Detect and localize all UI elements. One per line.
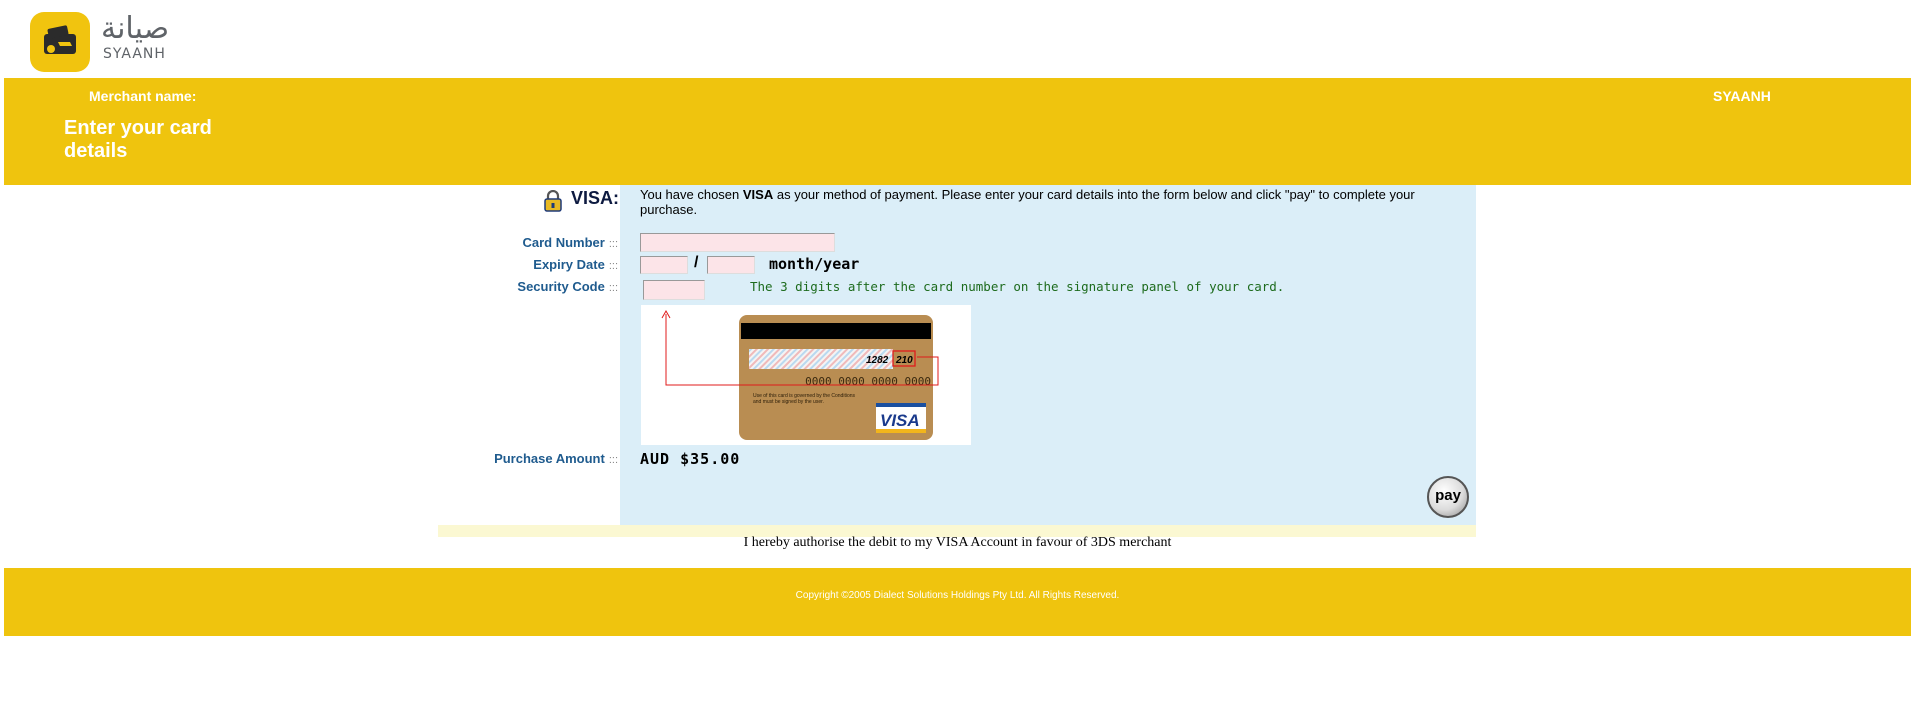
copyright-text: Copyright ©2005 Dialect Solutions Holdin… [795,590,1120,601]
expiry-date-label: Expiry Date::: [440,257,618,272]
page-title: Enter your card details [64,117,212,162]
security-code-hint: The 3 digits after the card number on th… [750,279,1285,294]
card-type-heading: VISA: [571,188,620,208]
label-separator: ::: [608,260,618,272]
brand-name-latin: SYAANH [103,46,166,62]
brand-name-arabic: صيانة [101,11,170,46]
footer-band [4,568,1911,636]
purchase-amount-label: Purchase Amount::: [440,451,618,466]
authorisation-text: I hereby authorise the debit to my VISA … [743,535,1172,550]
purchase-amount-label-text: Purchase Amount [494,451,605,466]
expiry-date-label-text: Expiry Date [533,257,605,272]
wallet-icon [44,25,76,54]
intro-card-type: VISA [742,187,774,202]
brand-logo [30,12,90,72]
pay-button[interactable]: pay [1427,476,1469,518]
card-number-label: Card Number::: [440,235,618,250]
header-band [4,78,1911,185]
visa-logo: VISA [880,411,920,430]
intro-text: You have chosen VISA as your method of p… [640,187,1430,217]
expiry-separator: / [694,254,699,271]
purchase-amount-value: AUD $35.00 [640,450,741,468]
security-code-label-text: Security Code [517,279,605,294]
intro-prefix: You have chosen [640,187,743,202]
security-code-label: Security Code::: [440,279,618,294]
merchant-name-label: Merchant name: [89,88,197,104]
security-code-input[interactable] [643,280,705,300]
expiry-month-input[interactable] [640,256,688,274]
label-separator: ::: [608,238,618,250]
cvv-pointer-arrow [661,309,939,386]
card-terms-line2: and must be signed by the user. [753,399,824,405]
label-separator: ::: [608,454,618,466]
merchant-name-value: SYAANH [1713,88,1771,104]
card-number-input[interactable] [640,233,835,252]
expiry-year-input[interactable] [707,256,755,274]
expiry-format-hint: month/year [769,255,860,273]
lock-icon [544,190,562,212]
card-number-label-text: Card Number [522,235,605,250]
label-separator: ::: [608,282,618,294]
